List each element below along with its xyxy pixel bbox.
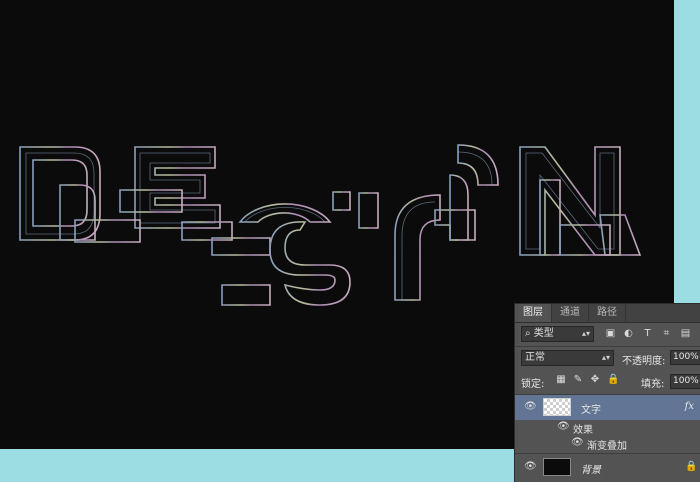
search-icon: ⌕ bbox=[525, 328, 531, 339]
lock-transparent-pixels-icon[interactable]: ▦ bbox=[555, 374, 567, 386]
letter-e-outline bbox=[134, 146, 221, 229]
fill-label: 填充: bbox=[641, 379, 665, 390]
tab-layers[interactable]: 图层 bbox=[515, 304, 552, 322]
eye-icon[interactable]: 👁 bbox=[524, 461, 537, 473]
layer-filter-row: ⌕ 类型 ▴▾ ▣ ◐ T ⌗ ▤ bbox=[515, 326, 700, 344]
chevron-down-icon: ▴▾ bbox=[601, 353, 610, 362]
lock-label: 锁定: bbox=[521, 379, 545, 390]
opacity-input[interactable]: 100% bbox=[670, 350, 700, 365]
layer-row-background[interactable]: 👁 背景 🔒 bbox=[515, 453, 700, 480]
chevron-down-icon: ▴▾ bbox=[581, 329, 590, 338]
lock-row: 锁定: ▦ ✎ ✥ 🔒 填充: 100% bbox=[515, 374, 700, 390]
fx-icon[interactable]: fx bbox=[685, 401, 694, 412]
gradient-overlay-label: 渐变叠加 bbox=[587, 441, 627, 452]
tab-paths[interactable]: 路径 bbox=[589, 304, 626, 322]
effects-label: 效果 bbox=[573, 425, 593, 436]
letter-i-outline bbox=[358, 192, 379, 229]
filter-kind-select[interactable]: ⌕ 类型 ▴▾ bbox=[521, 326, 594, 342]
image-filter-icon[interactable]: ▣ bbox=[605, 328, 616, 339]
layer-name[interactable]: 文字 bbox=[581, 401, 601, 416]
eye-icon[interactable]: 👁 bbox=[571, 437, 584, 449]
filter-kind-label: 类型 bbox=[533, 328, 554, 339]
letter-n-outline bbox=[519, 146, 621, 256]
layer-thumbnail bbox=[543, 398, 571, 416]
lock-position-icon[interactable]: ✥ bbox=[589, 374, 601, 386]
adjustment-filter-icon[interactable]: ◐ bbox=[623, 328, 634, 339]
eye-icon[interactable]: 👁 bbox=[557, 421, 570, 433]
layer-name[interactable]: 背景 bbox=[581, 461, 601, 476]
lock-image-pixels-icon[interactable]: ✎ bbox=[572, 374, 584, 386]
layer-row-text[interactable]: 👁 文字 fx bbox=[515, 394, 700, 420]
blend-mode-select[interactable]: 正常 ▴▾ bbox=[521, 350, 614, 366]
shape-filter-icon[interactable]: ⌗ bbox=[661, 328, 672, 339]
letter-s-outline bbox=[269, 221, 351, 306]
layer-thumbnail bbox=[543, 458, 571, 476]
eye-icon[interactable]: 👁 bbox=[524, 401, 537, 413]
effects-row[interactable]: 👁 效果 bbox=[515, 419, 700, 436]
tab-channels[interactable]: 通道 bbox=[552, 304, 589, 322]
blend-row: 正常 ▴▾ 不透明度: 100% bbox=[515, 350, 700, 368]
fill-input[interactable]: 100% bbox=[670, 374, 700, 389]
panel-tabs: 图层 通道 路径 bbox=[515, 304, 700, 323]
lock-icon: 🔒 bbox=[685, 461, 698, 472]
layers-panel: 图层 通道 路径 ⌕ 类型 ▴▾ ▣ ◐ T ⌗ ▤ 正常 ▴▾ 不透明度: 1… bbox=[514, 303, 700, 482]
type-filter-icon[interactable]: T bbox=[642, 328, 653, 339]
letter-s-arc bbox=[238, 203, 332, 223]
blend-mode-value: 正常 bbox=[525, 352, 545, 363]
lock-all-icon[interactable]: 🔒 bbox=[607, 374, 619, 386]
gradient-overlay-row[interactable]: 👁 渐变叠加 bbox=[515, 435, 700, 452]
opacity-label: 不透明度: bbox=[622, 356, 666, 367]
smart-object-filter-icon[interactable]: ▤ bbox=[680, 328, 691, 339]
